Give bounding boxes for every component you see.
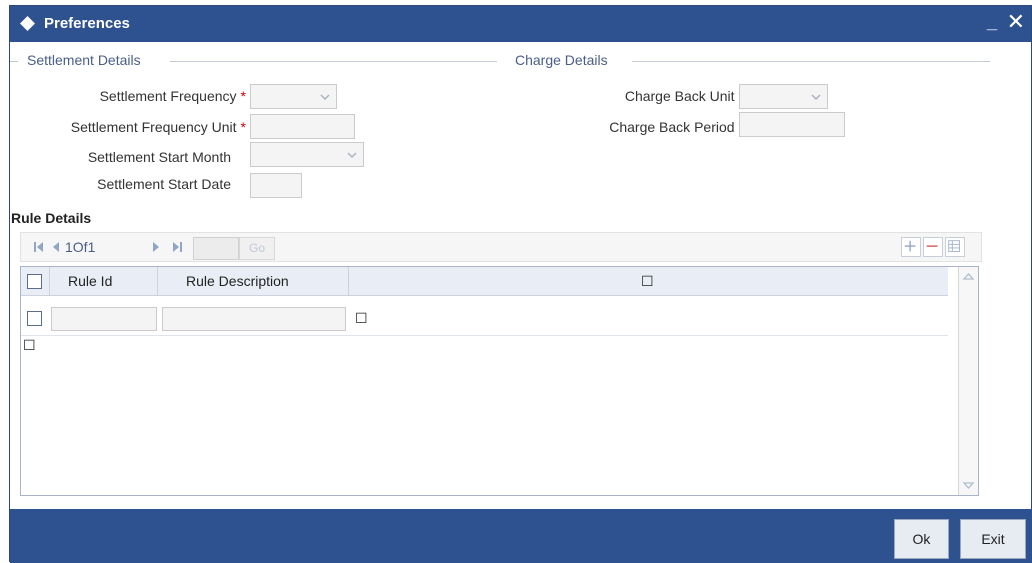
column-separator (348, 267, 349, 296)
page-count: 1Of1 (65, 239, 96, 255)
settlement-frequency-unit-label: Settlement Frequency Unit * (70, 119, 246, 135)
column-header-rule-id[interactable]: Rule Id (68, 267, 112, 296)
diamond-icon (20, 16, 35, 31)
dropdown-arrow-icon (320, 94, 330, 101)
charge-back-unit-select[interactable] (739, 84, 828, 109)
delete-row-button[interactable] (923, 237, 943, 257)
page-number-input[interactable] (193, 237, 239, 260)
footer-bar: Ok Exit (10, 509, 1032, 563)
settlement-frequency-label: Settlement Frequency * (99, 88, 246, 104)
ok-button[interactable]: Ok (894, 519, 949, 559)
required-marker: * (240, 88, 246, 104)
charge-back-unit-label: Charge Back Unit* (625, 88, 744, 104)
select-all-checkbox[interactable] (27, 274, 42, 289)
column-separator (49, 267, 50, 296)
settlement-start-date-label: Settlement Start Date (97, 176, 231, 192)
window-title: Preferences (44, 15, 130, 32)
last-page-icon[interactable] (171, 241, 183, 253)
row-select-checkbox[interactable] (27, 311, 42, 326)
dropdown-arrow-icon (811, 94, 821, 101)
go-button[interactable]: Go (239, 237, 275, 260)
column-separator (157, 267, 158, 296)
close-button[interactable]: ✕ (1007, 10, 1025, 34)
charge-back-period-label: Charge Back Period* (609, 119, 744, 135)
rule-details-title: Rule Details (11, 210, 92, 226)
extra-column-glyph: ☐ (641, 273, 654, 289)
scroll-up-icon[interactable] (960, 268, 977, 285)
settlement-start-date-field[interactable] (250, 173, 302, 198)
delete-row-icon (926, 245, 938, 247)
add-row-icon (904, 240, 916, 252)
next-page-icon[interactable] (151, 241, 161, 253)
single-view-icon (948, 240, 960, 252)
settlement-start-month-label: Settlement Start Month (87, 149, 231, 165)
divider (10, 61, 18, 62)
grid-extra-glyph: ☐ (23, 337, 36, 353)
divider (170, 61, 497, 62)
rule-id-field[interactable] (51, 307, 157, 331)
charge-back-period-field[interactable] (739, 112, 845, 137)
minimize-button[interactable]: _ (987, 12, 997, 33)
required-marker: * (240, 119, 246, 135)
first-page-icon[interactable] (33, 241, 45, 253)
row-extra-glyph: ☐ (355, 310, 368, 326)
row-divider (21, 335, 948, 336)
rule-details-grid: Rule Id Rule Description ☐ ☐ ☐ (20, 266, 979, 496)
column-header-rule-description[interactable]: Rule Description (186, 267, 289, 296)
prev-page-icon[interactable] (51, 241, 61, 253)
settlement-frequency-unit-field[interactable] (250, 114, 355, 139)
grid-vertical-scrollbar[interactable] (958, 267, 978, 495)
add-row-button[interactable] (901, 237, 921, 257)
charge-details-title: Charge Details (515, 52, 608, 68)
settlement-details-title: Settlement Details (27, 52, 141, 68)
settlement-frequency-select[interactable] (250, 84, 337, 109)
grid-toolbar: 1Of1 Go (20, 232, 982, 262)
exit-button[interactable]: Exit (960, 519, 1026, 559)
divider (632, 61, 990, 62)
rule-description-field[interactable] (162, 307, 346, 331)
dropdown-arrow-icon (347, 152, 357, 159)
single-view-button[interactable] (945, 237, 965, 257)
grid-header: Rule Id Rule Description ☐ (21, 267, 948, 296)
title-bar: Preferences _ ✕ (10, 6, 1031, 42)
preferences-window: Preferences _ ✕ Settlement Details Charg… (9, 5, 1032, 563)
settlement-start-month-select[interactable] (250, 142, 364, 167)
scroll-down-icon[interactable] (960, 477, 977, 494)
